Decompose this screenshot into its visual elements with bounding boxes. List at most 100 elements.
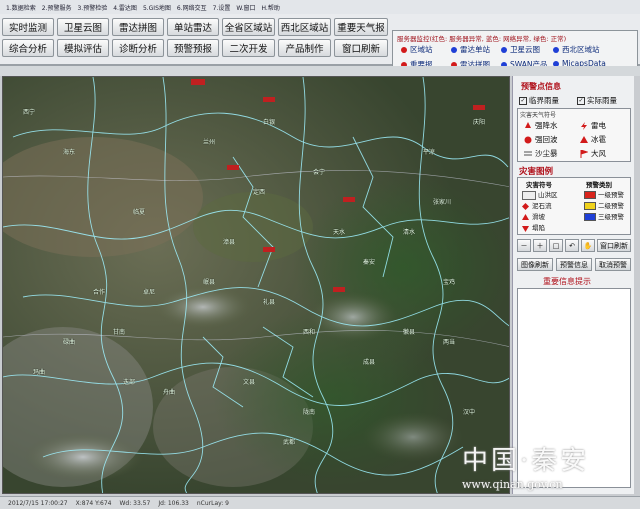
toolbar-button[interactable]: 全省区域站 [222, 18, 275, 36]
menu-item[interactable]: 3.预警检验 [77, 3, 107, 12]
map-place-label: 碌曲 [63, 339, 76, 346]
map-place-label: 西和 [303, 329, 316, 336]
gale-flag-icon [580, 150, 588, 158]
menu-item[interactable]: 4.雷达图 [113, 3, 137, 12]
status-dot-icon [401, 46, 407, 53]
map-place-label: 张家川 [433, 199, 452, 206]
map-place-label: 平凉 [423, 149, 436, 156]
actual-rain-checkbox[interactable]: ✓ 实际雨量 [577, 95, 617, 106]
map-place-label: 玛曲 [33, 369, 46, 376]
image-refresh-button[interactable]: 图像刷新 [517, 258, 553, 271]
landslide-icon [522, 213, 529, 220]
warning-info-title: 预警点信息 [521, 82, 561, 91]
status-dot-icon [553, 46, 559, 53]
map-imagery [3, 77, 509, 493]
menu-bar: 1.数据检索 2.预警服务 3.预警检验 4.雷达图 5.GIS地图 6.网络交互 7.设置… [0, 0, 640, 15]
map-place-label: 舟曲 [163, 389, 176, 396]
menu-item[interactable]: 6.网络交互 [177, 3, 207, 12]
legend-gale: 大风 [580, 148, 606, 159]
undo-button[interactable]: ↶ [565, 239, 579, 252]
legend-debris-flow: 泥石流 [522, 200, 552, 210]
disaster-legend-box: 灾害符号 预警类别 山洪区 泥石流 滑坡 塌陷 一级预警 二级预警 三级预警 [517, 177, 631, 235]
map-place-label: 甘南 [113, 329, 126, 336]
map-place-label: 会宁 [313, 169, 326, 176]
server-status-item: 区域站 [401, 44, 433, 55]
toolbar-button[interactable]: 模拟评估 [57, 39, 109, 57]
echo-icon [524, 136, 532, 144]
toolbar-button[interactable]: 卫星云图 [57, 18, 109, 36]
map-place-label: 两当 [443, 339, 456, 346]
toolbar-button[interactable]: 诊断分析 [112, 39, 164, 57]
map-place-label: 徽县 [403, 329, 416, 336]
status-lon: Jd: 106.33 [158, 499, 189, 507]
map-place-label: 天水 [333, 229, 346, 236]
toolbar-button[interactable]: 西北区域站 [278, 18, 331, 36]
toolbar: 服务器监控(红色: 服务器异常, 蓝色: 网络异常, 绿色: 正常) 区域站 雷达… [0, 14, 640, 76]
legend-hail: 冰雹 [580, 134, 606, 145]
legend-landslide: 滑坡 [522, 211, 545, 221]
status-xy: X:874 Y:674 [75, 499, 112, 507]
warning-level-item: 二级预警 [584, 200, 624, 210]
map-place-label: 岷县 [203, 279, 216, 286]
warning-info-button[interactable]: 预警信息 [556, 258, 592, 271]
toolbar-button[interactable]: 单站雷达 [167, 18, 219, 36]
map-place-label: 定西 [253, 189, 266, 196]
satellite-map[interactable]: 西宁 海东 兰州 天水 陇南 定西 临夏 甘南 平凉 庆阳 宝鸡 汉中 武都 岷县 白银 会宁 秦安 清水 张家川漳… [2, 76, 510, 494]
map-place-label: 漳县 [223, 239, 236, 246]
menu-item[interactable]: H.帮助 [262, 3, 280, 12]
menu-item[interactable]: 5.GIS地图 [143, 3, 171, 12]
heavy-rain-icon [525, 122, 531, 128]
checkbox-icon: ✓ [519, 97, 527, 105]
menu-item[interactable]: 1.数据检索 [6, 3, 36, 12]
toolbar-button[interactable]: 预警预报 [167, 39, 219, 57]
status-bar: 2012/7/15 17:00:27 X:874 Y:674 Wd: 33.57… [0, 496, 640, 509]
legend-heavy-rain: 强降水 [524, 120, 558, 131]
menu-item[interactable]: 7.设置 [213, 3, 231, 12]
toolbar-button[interactable]: 二次开发 [222, 39, 275, 57]
toolbar-button[interactable]: 产品制作 [278, 39, 331, 57]
toolbar-button[interactable]: 重要天气报 [334, 18, 388, 36]
map-header-strip [0, 66, 640, 76]
map-place-label: 宝鸡 [443, 279, 456, 286]
legend-sandstorm: 沙尘暴 [524, 148, 558, 159]
important-info-title: 重要信息提示 [543, 277, 591, 286]
map-place-label: 秦安 [363, 259, 376, 266]
map-place-label: 合作 [93, 289, 106, 296]
server-status-item: 卫星云图 [501, 44, 540, 55]
zoom-in-button[interactable]: ＋ [533, 239, 547, 252]
map-place-label: 兰州 [203, 139, 216, 146]
map-place-label: 武都 [283, 439, 296, 446]
status-dot-icon [451, 46, 457, 53]
warning-level-swatch [584, 191, 596, 199]
window-refresh-button[interactable]: 窗口刷新 [597, 239, 631, 252]
hail-icon [580, 136, 588, 143]
status-time: 2012/7/15 17:00:27 [8, 499, 68, 507]
zoom-out-button[interactable]: － [517, 239, 531, 252]
toolbar-button[interactable]: 实时监测 [2, 18, 54, 36]
map-place-label: 海东 [63, 149, 76, 156]
pan-hand-button[interactable]: ✋ [581, 239, 595, 252]
watermark-url: www.qinan.gov.cn [462, 478, 563, 491]
checkbox-icon: ✓ [577, 97, 585, 105]
watermark-title: 中国·秦安 [462, 446, 590, 476]
select-box-button[interactable]: □ [549, 239, 563, 252]
server-status-item: 雷达单站 [451, 44, 490, 55]
map-place-label: 礼县 [263, 299, 276, 306]
map-place-label: 庆阳 [473, 119, 486, 126]
map-place-label: 汉中 [463, 409, 476, 416]
warning-level-item: 一级预警 [584, 189, 624, 199]
menu-item[interactable]: 2.预警服务 [42, 3, 72, 12]
warning-level-swatch [584, 213, 596, 221]
toolbar-button[interactable]: 窗口刷新 [334, 39, 388, 57]
cancel-warning-button[interactable]: 取消预警 [595, 258, 631, 271]
threshold-rain-checkbox[interactable]: ✓ 临界雨量 [519, 95, 559, 106]
map-place-label: 成县 [363, 359, 376, 366]
toolbar-button[interactable]: 综合分析 [2, 39, 54, 57]
toolbar-button[interactable]: 雷达拼图 [112, 18, 164, 36]
server-status-title: 服务器监控(红色: 服务器异常, 蓝色: 网络异常, 绿色: 正常) [397, 35, 567, 43]
map-place-label: 文县 [243, 379, 256, 386]
menu-item[interactable]: W.窗口 [236, 3, 255, 12]
legend-strong-echo: 强回波 [524, 134, 558, 145]
warning-category-header: 预警类别 [586, 181, 612, 189]
status-lat: Wd: 33.57 [119, 499, 151, 507]
